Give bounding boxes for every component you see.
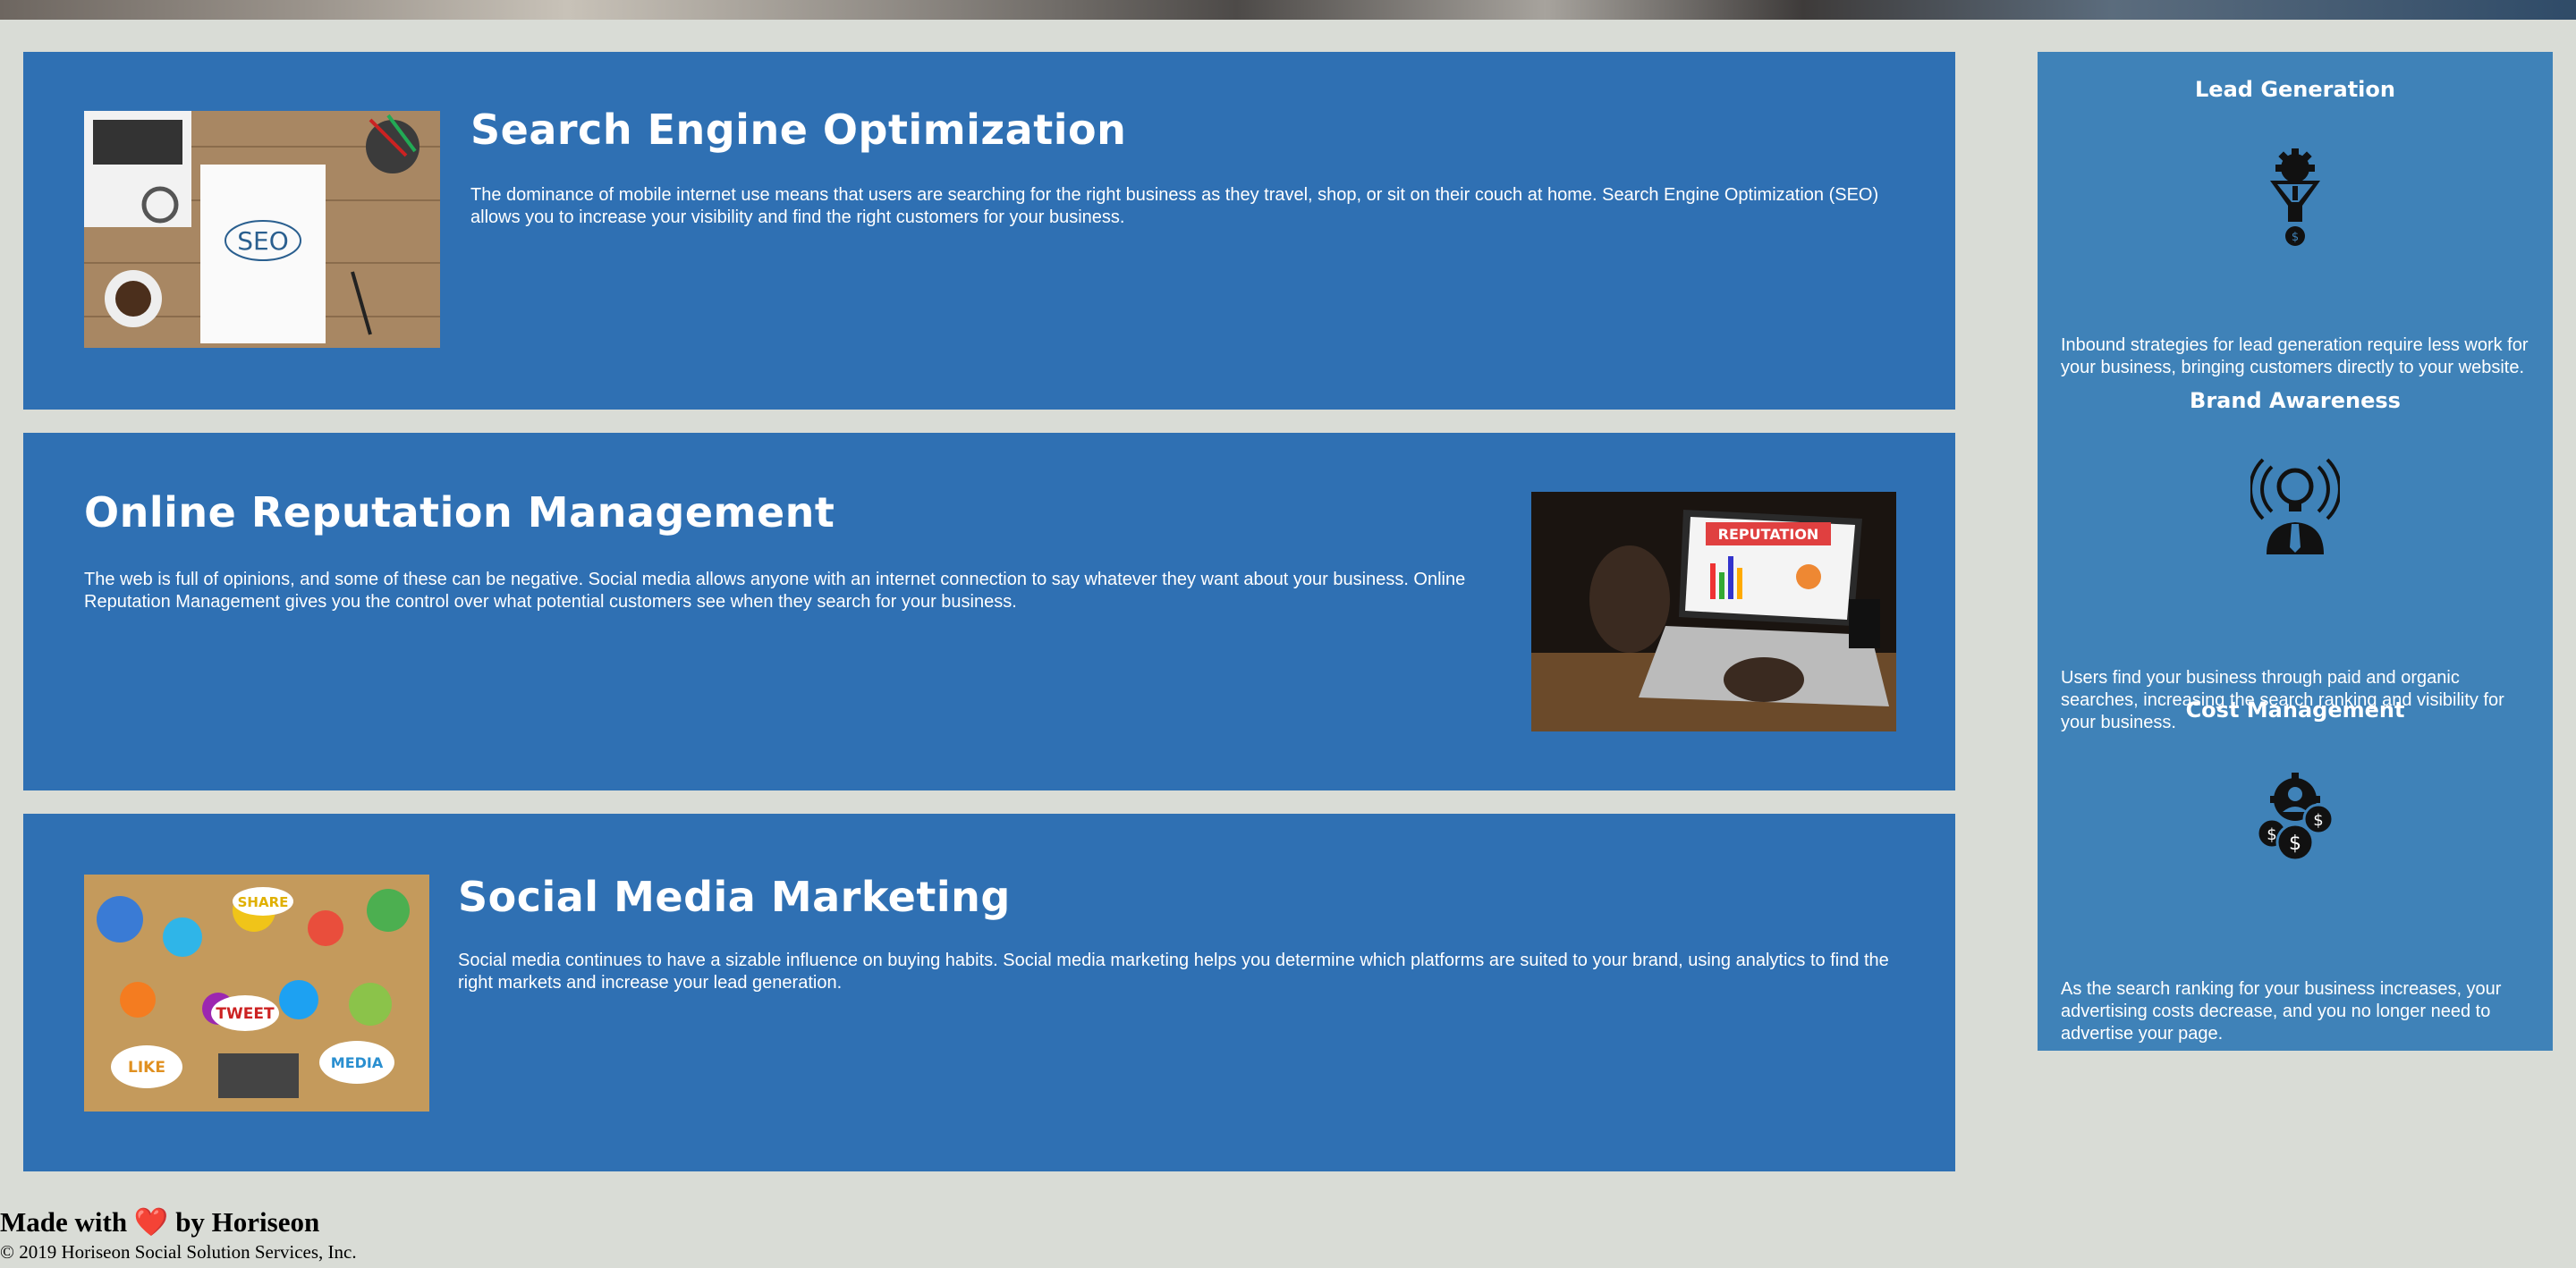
benefit-cost-management: Cost Management $ $ $ As the search rank… <box>2038 697 2553 1044</box>
copyright-text: © 2019 Horiseon Social Solution Services… <box>0 1241 357 1263</box>
hero-image-strip <box>0 0 2576 20</box>
svg-text:$: $ <box>2289 833 2301 855</box>
made-suffix: by Horiseon <box>175 1206 320 1238</box>
benefit-description: As the search ranking for your business … <box>2061 979 2502 1044</box>
service-title: Search Engine Optimization <box>470 106 1127 154</box>
svg-text:MEDIA: MEDIA <box>331 1054 384 1071</box>
svg-text:SEO: SEO <box>237 226 289 256</box>
svg-text:$: $ <box>2313 811 2323 830</box>
heart-icon: ❤️ <box>133 1206 169 1238</box>
service-card-smm: SHARE TWEET LIKE MEDIA Social Media Mark… <box>23 814 1955 1171</box>
service-description: The web is full of opinions, and some of… <box>84 570 1466 612</box>
service-card-seo: SEO Search Engine Optimization The domin… <box>23 52 1955 410</box>
benefit-description: Inbound strategies for lead generation r… <box>2061 335 2529 377</box>
benefit-title: Cost Management <box>2185 697 2405 723</box>
svg-text:SHARE: SHARE <box>238 894 289 910</box>
service-card-orm: Online Reputation Management The web is … <box>23 433 1955 790</box>
benefit-title: Lead Generation <box>2195 77 2395 102</box>
made-prefix: Made with <box>0 1206 128 1238</box>
benefit-title: Brand Awareness <box>2190 388 2401 413</box>
service-description: The dominance of mobile internet use mea… <box>470 185 1879 227</box>
cost-management-dollar-icon: $ $ $ <box>2250 769 2340 867</box>
benefit-lead-generation: Lead Generation $ Inbound strategies for… <box>2038 77 2553 377</box>
service-title: Social Media Marketing <box>458 873 1011 921</box>
brand-awareness-lightbulb-icon <box>2249 458 2342 556</box>
social-media-image: SHARE TWEET LIKE MEDIA <box>84 875 429 1112</box>
service-title: Online Reputation Management <box>84 488 835 537</box>
svg-text:REPUTATION: REPUTATION <box>1718 526 1819 543</box>
svg-text:$: $ <box>2292 231 2299 244</box>
reputation-image: REPUTATION <box>1531 492 1896 731</box>
lead-generation-funnel-icon: $ <box>2250 148 2340 247</box>
benefits-sidebar: Lead Generation $ Inbound strategies for… <box>2038 52 2553 1051</box>
svg-text:TWEET: TWEET <box>216 1005 275 1023</box>
made-with-line: Made with ❤️ by Horiseon <box>0 1205 319 1238</box>
svg-text:$: $ <box>2267 825 2276 844</box>
benefit-brand-awareness: Brand Awareness Users find your business… <box>2038 388 2553 732</box>
service-description: Social media continues to have a sizable… <box>458 951 1889 993</box>
svg-text:LIKE: LIKE <box>128 1059 165 1077</box>
seo-image: SEO <box>84 111 440 348</box>
